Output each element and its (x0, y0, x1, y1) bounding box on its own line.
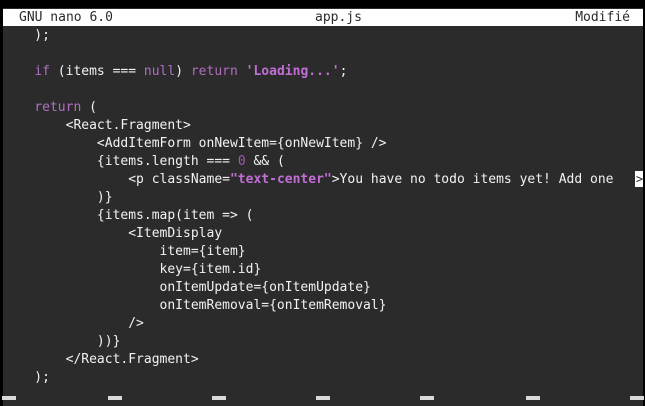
code-line: <p className="text-center">You have no t… (3, 171, 643, 187)
file-name: app.js (315, 10, 362, 25)
code-line: /> (3, 316, 144, 331)
code-line: key={item.id} (3, 262, 262, 277)
line-overflow-cursor[interactable]: > (635, 171, 643, 187)
editor-buffer[interactable]: ); if (items === null) return 'Loading..… (3, 27, 643, 387)
shortcut-key-mark (316, 396, 330, 400)
code-line: {items.length === 0 && ( (3, 154, 285, 169)
code-line: if (items === null) return 'Loading...'; (34, 64, 348, 79)
code-line: )} (3, 190, 113, 205)
code-line: ))} (3, 334, 121, 349)
app-name: GNU nano 6.0 (19, 10, 113, 25)
code-line: {items.map(item => ( (3, 208, 254, 223)
shortcut-bar-edge (0, 396, 645, 406)
code-line: <React.Fragment> (3, 118, 191, 133)
shortcut-key-mark (630, 396, 644, 400)
code-line: onItemRemoval={onItemRemoval} (3, 298, 387, 313)
shortcut-key-mark (420, 396, 434, 400)
shortcut-key-mark (212, 396, 226, 400)
code-line: <AddItemForm onNewItem={onNewItem} /> (3, 136, 387, 151)
shortcut-key-mark (108, 396, 122, 400)
shortcut-key-mark (2, 396, 16, 400)
code-line: onItemUpdate={onItemUpdate} (3, 280, 371, 295)
code-line: <ItemDisplay (3, 226, 223, 241)
code-line: ); (3, 28, 50, 43)
nano-title-bar: GNU nano 6.0 app.js Modifié (3, 9, 643, 26)
terminal-window: GNU nano 6.0 app.js Modifié ); if (items… (3, 8, 643, 406)
shortcut-key-mark (526, 396, 540, 400)
code-line: </React.Fragment> (3, 352, 199, 367)
modified-status: Modifié (575, 10, 630, 25)
code-line: item={item} (3, 244, 246, 259)
code-line: ); (3, 370, 50, 385)
code-line: return ( (34, 100, 97, 115)
